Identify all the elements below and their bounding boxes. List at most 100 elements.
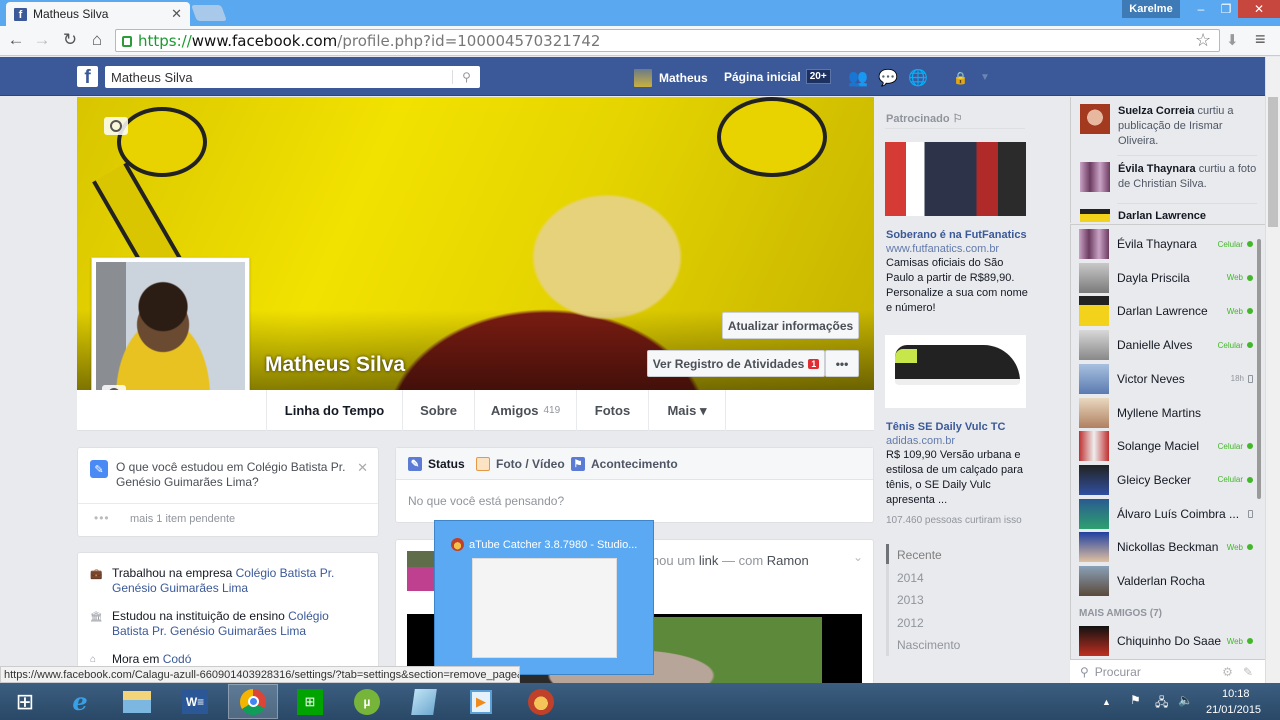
facebook-search-input[interactable]: Matheus Silva ⚲ [105,66,480,88]
action-center-flag-icon[interactable]: ⚑ [1130,693,1141,707]
reload-icon[interactable]: ↻ [60,30,80,50]
tab-title: Matheus Silva [33,7,109,21]
tab-timeline[interactable]: Linha do Tempo [266,390,403,431]
taskbar-chrome[interactable] [228,684,278,719]
ad-image-futfanatics[interactable] [885,142,1026,216]
ticker-item[interactable]: Évila Thaynara curtiu a foto de Christia… [1080,162,1258,192]
tab-friends[interactable]: Amigos 419 [475,390,577,431]
new-tab-button[interactable] [191,5,227,21]
timeline-nav-2014[interactable]: 2014 [897,571,924,585]
chat-friend-item[interactable]: Álvaro Luís Coimbra ... [1079,498,1253,530]
close-tab-icon[interactable]: ✕ [171,6,182,22]
ticker-item[interactable]: Suelza Correia curtiu a publicação de Ir… [1080,104,1258,149]
close-window-button[interactable]: ✕ [1238,0,1280,18]
chat-settings-gear-icon[interactable]: ⚙ [1222,665,1233,679]
friend-requests-icon[interactable]: 👥 [848,68,868,88]
timeline-nav-2013[interactable]: 2013 [897,593,924,607]
ad-title[interactable]: Soberano é na FutFanatics [886,229,1027,241]
taskbar-utorrent[interactable]: µ [342,684,392,719]
chat-scrollbar[interactable] [1257,239,1261,499]
more-pending-link[interactable]: mais 1 item pendente [130,513,235,525]
status-input[interactable]: No que você está pensando? [408,494,564,508]
ad-domain[interactable]: adidas.com.br [886,435,955,447]
taskbar-thumbnail-preview[interactable]: aTube Catcher 3.8.7980 - Studio... [434,520,654,675]
chat-friend-item[interactable]: Victor Neves 18h [1079,363,1253,395]
activity-log-button[interactable]: Ver Registro de Atividades 1 [647,350,825,377]
chat-friend-item[interactable]: Chiquinho Do Saae Web [1079,625,1253,657]
clock-time[interactable]: 10:18 [1222,688,1250,700]
pending-question[interactable]: O que você estudou em Colégio Batista Pr… [116,460,351,490]
bookmark-star-icon[interactable]: ☆ [1195,30,1211,51]
ad-title[interactable]: Tênis SE Daily Vulc TC [886,421,1005,433]
ad-choices-icon[interactable]: ⚐ [953,113,963,125]
friend-status: Celular [1218,240,1253,249]
page-scrollbar-thumb[interactable] [1268,97,1278,227]
maximize-button[interactable]: ❐ [1214,0,1238,18]
taskbar-file-explorer[interactable] [112,684,162,719]
clock-date[interactable]: 21/01/2015 [1206,704,1261,716]
taskbar-internet-explorer[interactable]: e [55,684,105,719]
messages-icon[interactable]: 💬 [878,68,898,88]
chat-friend-item[interactable]: Solange Maciel Celular [1079,430,1253,462]
friend-status-label: Web [1226,542,1243,552]
city-link[interactable]: Codó [163,652,192,666]
back-icon[interactable]: ← [6,30,26,50]
composer-tab-life-event[interactable]: ⚑ Acontecimento [571,457,678,471]
chat-friend-item[interactable]: Nickollas Beckman Web [1079,531,1253,563]
taskbar-store[interactable]: ⊞ [285,684,335,719]
post-options-chevron-icon[interactable]: ⌄ [853,550,863,564]
page-scrollbar[interactable] [1265,57,1280,683]
forward-icon[interactable]: → [32,30,52,50]
home-icon[interactable]: ⌂ [87,30,107,50]
dismiss-icon[interactable]: ✕ [357,460,368,476]
search-icon[interactable]: ⚲ [452,70,480,84]
chat-friend-item[interactable]: Valderlan Rocha [1079,565,1253,597]
chat-friend-item[interactable]: Myllene Martins [1079,397,1253,429]
chat-friend-item[interactable]: Évila Thaynara Celular [1079,228,1253,260]
update-info-button[interactable]: Atualizar informações [722,312,859,339]
extension-icon[interactable]: ⬇ [1226,31,1239,49]
taskbar-atube-catcher[interactable] [516,684,566,719]
tagged-person-link[interactable]: Ramon [767,553,809,568]
privacy-shortcuts-icon[interactable]: 🔒 [953,71,968,85]
composer-tab-status[interactable]: ✎ Status [408,457,465,471]
friend-status: Web [1227,273,1253,282]
notifications-globe-icon[interactable]: 🌐 [908,68,928,88]
home-link[interactable]: Página inicial 20+ [724,69,831,84]
taskbar-notepad[interactable] [399,684,449,719]
volume-icon[interactable]: 🔈 [1178,693,1193,707]
profile-link[interactable]: Matheus [634,69,708,87]
change-cover-camera-icon[interactable] [104,117,128,135]
chat-friend-item[interactable]: Darlan Lawrence Web [1079,295,1253,327]
facebook-logo-icon[interactable]: f [77,66,98,87]
timeline-nav-birth[interactable]: Nascimento [897,638,960,652]
taskbar-media-player[interactable]: ▶ [456,684,506,719]
chrome-menu-icon[interactable]: ≡ [1255,29,1266,50]
taskbar-word[interactable]: W≡ [170,684,220,719]
minimize-button[interactable]: ‒ [1188,0,1214,18]
chat-friend-item[interactable]: Dayla Priscila Web [1079,262,1253,294]
ad-domain[interactable]: www.futfanatics.com.br [886,243,999,255]
new-message-icon[interactable]: ✎ [1243,665,1253,679]
tab-about[interactable]: Sobre [403,390,475,431]
timeline-nav-recent[interactable]: Recente [897,548,942,562]
chrome-user-chip[interactable]: Karelme [1122,0,1180,18]
tab-photos[interactable]: Fotos [577,390,649,431]
post-link[interactable]: link [699,553,719,568]
chat-search-input[interactable]: ⚲ Procurar ⚙ ✎ [1070,659,1265,683]
ad-image-adidas[interactable] [885,335,1026,408]
timeline-nav-2012[interactable]: 2012 [897,616,924,630]
chat-friend-item[interactable]: Danielle Alves Celular [1079,329,1253,361]
show-hidden-icons-arrow[interactable]: ▲ [1102,697,1111,707]
chat-friend-item[interactable]: Gleicy Becker Celular [1079,464,1253,496]
composer-tab-photo-video[interactable]: Foto / Vídeo [476,457,565,471]
ticker-item[interactable]: Darlan Lawrence [1080,209,1258,222]
account-menu-chevron-icon[interactable]: ▼ [980,72,990,83]
tab-more[interactable]: Mais ▾ [649,390,726,431]
start-button[interactable]: ⊞ [0,684,50,719]
more-options-button[interactable]: ••• [825,350,859,377]
network-icon[interactable]: 🖧 [1155,693,1168,714]
address-bar[interactable]: https://www.facebook.com/profile.php?id=… [115,29,1220,52]
friend-avatar [1079,532,1109,563]
browser-tab[interactable]: f Matheus Silva ✕ [6,2,190,26]
